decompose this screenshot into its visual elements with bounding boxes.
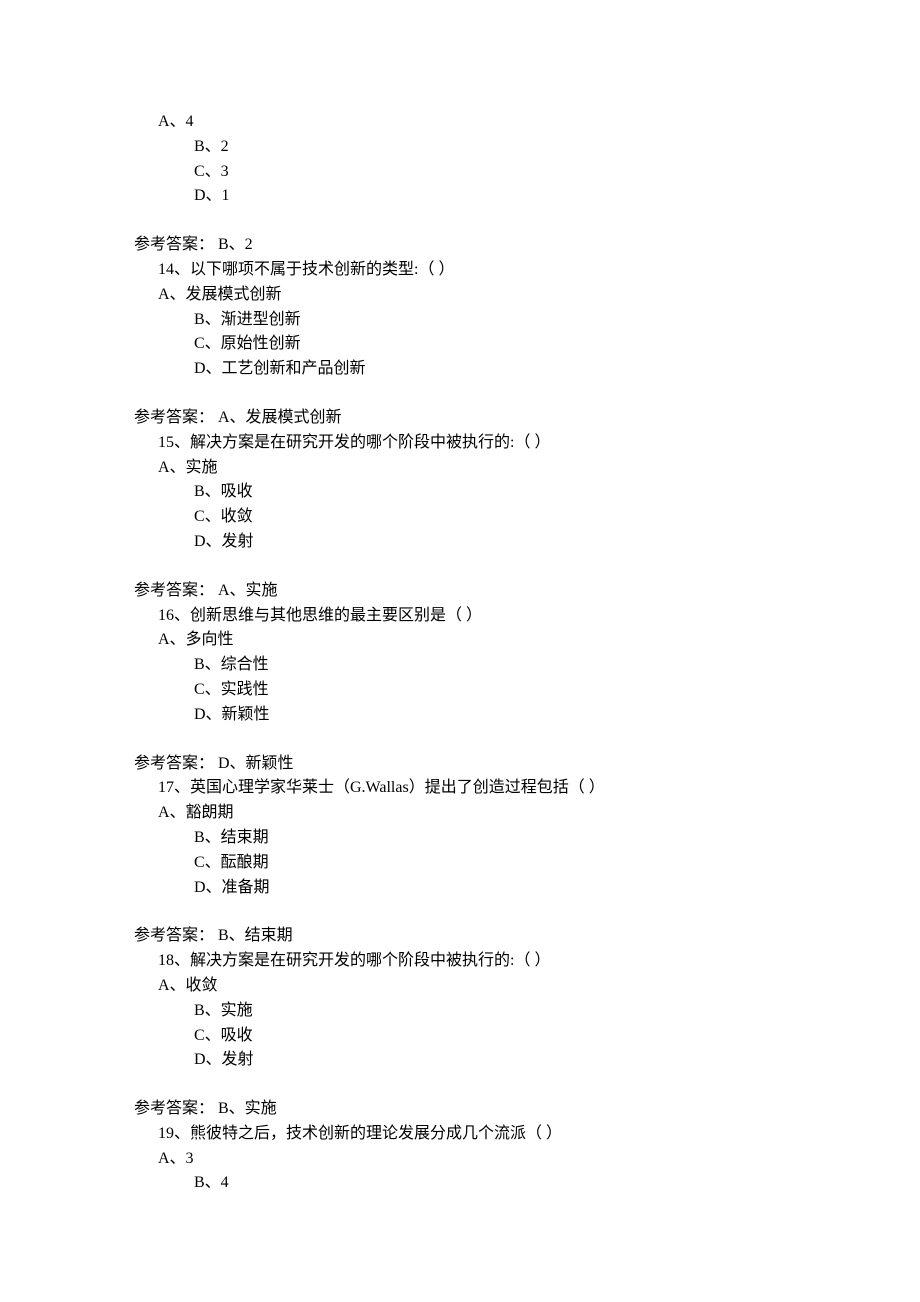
option-c: C、收敛	[134, 505, 920, 530]
option-a: A、4	[134, 110, 920, 135]
question-block-15: 15、解决方案是在研究开发的哪个阶段中被执行的:（ ） A、实施 B、吸收 C、…	[134, 431, 920, 604]
option-d: D、新颖性	[134, 703, 920, 728]
answer-text: 参考答案： A、发展模式创新	[134, 406, 920, 431]
question-block-17: 17、英国心理学家华莱士（G.Wallas）提出了创造过程包括（ ） A、豁朗期…	[134, 776, 920, 949]
question-text: 19、熊彼特之后，技术创新的理论发展分成几个流派（ ）	[134, 1122, 920, 1147]
option-d: D、发射	[134, 1048, 920, 1073]
question-block-13: A、4 B、2 C、3 D、1 参考答案： B、2	[134, 110, 920, 258]
option-d: D、准备期	[134, 876, 920, 901]
option-c: C、吸收	[134, 1024, 920, 1049]
option-a: A、豁朗期	[134, 801, 920, 826]
question-block-14: 14、以下哪项不属于技术创新的类型:（ ） A、发展模式创新 B、渐进型创新 C…	[134, 258, 920, 431]
option-a: A、3	[134, 1147, 920, 1172]
answer-text: 参考答案： B、2	[134, 233, 920, 258]
option-b: B、综合性	[134, 653, 920, 678]
answer-text: 参考答案： A、实施	[134, 579, 920, 604]
option-c: C、3	[134, 160, 920, 185]
question-block-16: 16、创新思维与其他思维的最主要区别是（ ） A、多向性 B、综合性 C、实践性…	[134, 604, 920, 777]
option-b: B、实施	[134, 999, 920, 1024]
question-text: 17、英国心理学家华莱士（G.Wallas）提出了创造过程包括（ ）	[134, 776, 920, 801]
option-d: D、发射	[134, 530, 920, 555]
question-text: 18、解决方案是在研究开发的哪个阶段中被执行的:（ ）	[134, 949, 920, 974]
answer-text: 参考答案： D、新颖性	[134, 752, 920, 777]
option-d: D、工艺创新和产品创新	[134, 357, 920, 382]
option-a: A、收敛	[134, 974, 920, 999]
option-c: C、原始性创新	[134, 332, 920, 357]
option-b: B、渐进型创新	[134, 308, 920, 333]
question-text: 14、以下哪项不属于技术创新的类型:（ ）	[134, 258, 920, 283]
option-a: A、实施	[134, 456, 920, 481]
question-block-19: 19、熊彼特之后，技术创新的理论发展分成几个流派（ ） A、3 B、4	[134, 1122, 920, 1196]
option-c: C、酝酿期	[134, 851, 920, 876]
option-b: B、2	[134, 135, 920, 160]
option-c: C、实践性	[134, 678, 920, 703]
question-block-18: 18、解决方案是在研究开发的哪个阶段中被执行的:（ ） A、收敛 B、实施 C、…	[134, 949, 920, 1122]
option-b: B、4	[134, 1171, 920, 1196]
option-a: A、多向性	[134, 628, 920, 653]
answer-text: 参考答案： B、结束期	[134, 924, 920, 949]
option-a: A、发展模式创新	[134, 283, 920, 308]
option-d: D、1	[134, 184, 920, 209]
question-text: 15、解决方案是在研究开发的哪个阶段中被执行的:（ ）	[134, 431, 920, 456]
option-b: B、吸收	[134, 480, 920, 505]
question-text: 16、创新思维与其他思维的最主要区别是（ ）	[134, 604, 920, 629]
answer-text: 参考答案： B、实施	[134, 1097, 920, 1122]
option-b: B、结束期	[134, 826, 920, 851]
